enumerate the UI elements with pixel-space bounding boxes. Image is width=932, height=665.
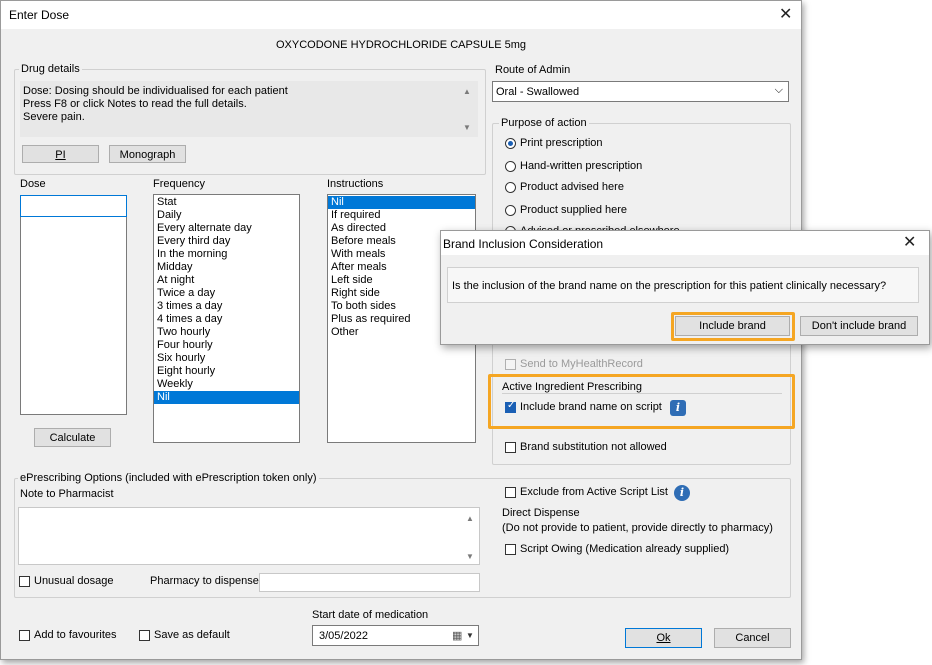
cancel-button[interactable]: Cancel [714,628,791,648]
eprescribing-label: ePrescribing Options (included with ePre… [18,472,319,484]
instructions-item[interactable]: If required [328,209,475,222]
route-label: Route of Admin [495,64,571,76]
pi-button[interactable]: PI [22,145,99,163]
dialog-title: Brand Inclusion Consideration [443,237,604,251]
purpose-option-label: Product supplied here [520,204,628,216]
drug-details-line: Severe pain. [23,111,85,123]
drug-name: OXYCODONE HYDROCHLORIDE CAPSULE 5mg [276,39,526,51]
frequency-item[interactable]: In the morning [154,248,299,261]
window-title: Enter Dose [9,8,70,22]
monograph-button[interactable]: Monograph [109,145,186,163]
frequency-item[interactable]: Two hourly [154,326,299,339]
exclude-active-label: Exclude from Active Script List [520,486,668,498]
close-icon[interactable]: ✕ [903,235,916,251]
start-date-value: 3/05/2022 [319,630,368,642]
script-owing-label: Script Owing (Medication already supplie… [520,543,730,555]
frequency-item[interactable]: Four hourly [154,339,299,352]
dialog-message: Is the inclusion of the brand name on th… [452,280,887,292]
scroll-down-icon[interactable]: ▼ [463,123,471,132]
brand-substitution-label: Brand substitution not allowed [520,441,667,453]
purpose-radio-advised[interactable] [505,182,516,193]
highlight-box [671,312,795,341]
brand-inclusion-dialog: Brand Inclusion Consideration ✕ Is the i… [440,230,930,345]
scroll-down-icon[interactable]: ▼ [466,552,474,561]
dose-label: Dose [20,178,46,190]
send-mhr-checkbox[interactable] [505,359,516,370]
unusual-dosage-label: Unusual dosage [34,575,114,587]
note-pharmacist-label: Note to Pharmacist [20,488,114,500]
route-value: Oral - Swallowed [496,86,580,98]
frequency-item[interactable]: Eight hourly [154,365,299,378]
purpose-option-label: Product advised here [520,181,624,193]
purpose-radio-print[interactable] [505,138,516,149]
instructions-item-selected[interactable]: Nil [328,196,475,209]
ok-button[interactable]: Ok [625,628,702,648]
pharmacy-label: Pharmacy to dispense [150,575,259,587]
purpose-option-label: Print prescription [520,137,603,149]
frequency-item[interactable]: Every third day [154,235,299,248]
dialog-title-bar: Brand Inclusion Consideration ✕ [441,231,929,255]
start-date-picker[interactable]: 3/05/2022 ▦ ▼ [312,625,479,646]
frequency-item[interactable]: Twice a day [154,287,299,300]
frequency-label: Frequency [153,178,205,190]
ok-button-label: Ok [656,632,671,644]
frequency-item[interactable]: At night [154,274,299,287]
frequency-item[interactable]: Midday [154,261,299,274]
exclude-active-checkbox[interactable] [505,487,516,498]
frequency-item[interactable]: Weekly [154,378,299,391]
calendar-icon[interactable]: ▦ [452,629,462,642]
script-owing-checkbox[interactable] [505,544,516,555]
pi-button-label: PI [55,149,66,161]
frequency-item-selected[interactable]: Nil [154,391,299,404]
pharmacy-input[interactable] [259,573,480,592]
calculate-button[interactable]: Calculate [34,428,111,447]
drug-details-line: Dose: Dosing should be individualised fo… [23,85,288,97]
scroll-up-icon[interactable]: ▲ [463,87,471,96]
purpose-radio-supplied[interactable] [505,205,516,216]
direct-dispense-note: (Do not provide to patient, provide dire… [502,522,773,534]
dose-input[interactable] [20,195,127,217]
dialog-message-box: Is the inclusion of the brand name on th… [447,267,919,303]
note-pharmacist-input[interactable]: ▲ ▼ [18,507,480,565]
save-default-label: Save as default [154,629,230,641]
add-favourites-checkbox[interactable] [19,630,30,641]
brand-substitution-checkbox[interactable] [505,442,516,453]
dont-include-brand-button[interactable]: Don't include brand [800,316,918,336]
route-select[interactable]: Oral - Swallowed ⌵ [492,81,789,102]
unusual-dosage-checkbox[interactable] [19,576,30,587]
drug-details-line: Press F8 or click Notes to read the full… [23,98,247,110]
scroll-up-icon[interactable]: ▲ [466,514,474,523]
instructions-label: Instructions [327,178,384,190]
add-favourites-label: Add to favourites [34,629,117,641]
purpose-option-label: Hand-written prescription [520,160,643,172]
frequency-list[interactable]: Stat Daily Every alternate day Every thi… [153,194,300,443]
info-icon[interactable]: i [674,485,690,501]
dose-list[interactable] [20,195,127,415]
drug-details-label: Drug details [19,63,82,75]
frequency-item[interactable]: Stat [154,196,299,209]
highlight-box [488,374,795,429]
drug-details-text: Dose: Dosing should be individualised fo… [20,81,478,137]
direct-dispense-label: Direct Dispense [502,507,580,519]
chevron-down-icon[interactable]: ▼ [466,631,474,640]
purpose-label: Purpose of action [499,117,589,129]
purpose-radio-handwritten[interactable] [505,161,516,172]
frequency-item[interactable]: Daily [154,209,299,222]
send-mhr-label: Send to MyHealthRecord [520,358,643,370]
save-default-checkbox[interactable] [139,630,150,641]
start-date-label: Start date of medication [312,609,429,621]
title-bar: Enter Dose ✕ [1,1,801,29]
close-icon[interactable]: ✕ [779,7,792,23]
frequency-item[interactable]: Every alternate day [154,222,299,235]
frequency-item[interactable]: 3 times a day [154,300,299,313]
frequency-item[interactable]: 4 times a day [154,313,299,326]
frequency-item[interactable]: Six hourly [154,352,299,365]
chevron-down-icon: ⌵ [774,84,783,96]
